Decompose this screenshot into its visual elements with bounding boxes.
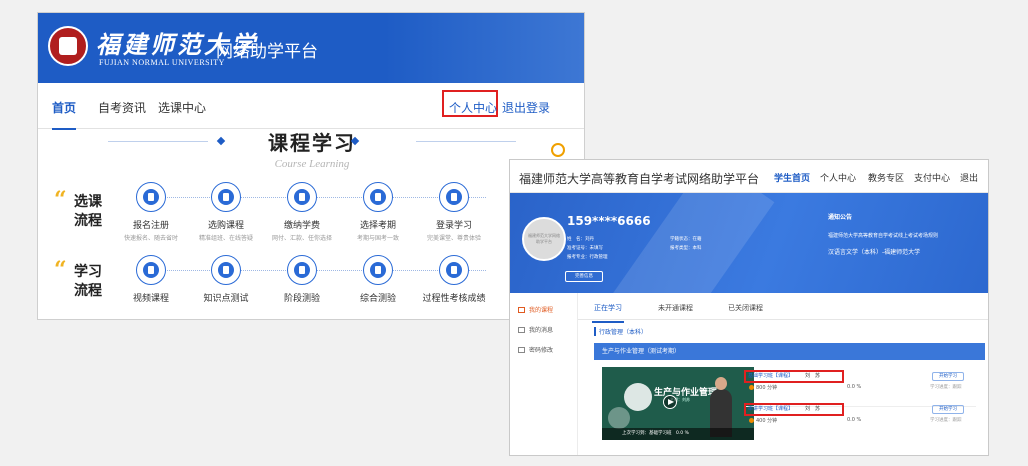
tab-studying[interactable]: 正在学习	[592, 303, 624, 323]
info-major: 报考专业：行政管理	[567, 255, 608, 260]
avatar: 福建师范大学网络助学平台	[522, 217, 566, 261]
user-phone: 159****6666	[567, 214, 651, 228]
notice-link-1[interactable]: 福建师范大学高等教育自学考试线上考试考场规则	[828, 232, 938, 239]
book-open-icon	[287, 255, 317, 285]
study-progress: 学习进度：跟踪	[930, 385, 962, 390]
book-icon	[211, 182, 241, 212]
sidebar-item-password[interactable]: 密码修改	[518, 345, 553, 354]
nav-news[interactable]: 自考资讯	[98, 99, 146, 116]
lock-icon	[518, 347, 525, 353]
dashboard-sidebar: 我的课程 我的消息 密码修改	[510, 293, 578, 455]
lesson-duration: 400 分钟	[749, 417, 777, 424]
step-process-score[interactable]: 过程性考核成绩	[408, 255, 500, 304]
step-login-study[interactable]: 登录学习 完美课堂、尊贵体验	[408, 182, 500, 242]
course-icon	[518, 307, 525, 313]
sidebar-item-messages[interactable]: 我的消息	[518, 325, 553, 334]
monitor-icon	[439, 182, 469, 212]
university-seal-icon	[48, 26, 88, 66]
nav-exit[interactable]: 退出	[960, 171, 978, 184]
major-label: 行政管理（本科）	[594, 327, 647, 336]
notice-link-2[interactable]: 汉语言文学（本科）-福建师范大学	[828, 247, 938, 256]
start-study-button[interactable]: 开始学习	[932, 405, 964, 414]
lesson-percent: 0.0 %	[847, 417, 862, 423]
wallet-icon	[287, 182, 317, 212]
lesson-link-review[interactable]: 串讲学习班【课程】刘 苏	[744, 403, 844, 416]
user-icon	[136, 182, 166, 212]
document-icon	[439, 255, 469, 285]
dashboard-topbar: 福建师范大学高等教育自学考试网络助学平台 学生首页 个人中心 教务专区 支付中心…	[510, 160, 988, 193]
nav-course-center[interactable]: 选课中心	[158, 99, 206, 116]
student-dashboard-screenshot: 福建师范大学高等教育自学考试网络助学平台 学生首页 个人中心 教务专区 支付中心…	[509, 159, 989, 456]
notice-panel: 通知公告 福建师范大学高等教育自学考试线上考试考场规则 汉语言文学（本科）-福建…	[828, 212, 938, 256]
calendar-icon	[363, 182, 393, 212]
start-study-button[interactable]: 开始学习	[932, 372, 964, 381]
course-tabs: 正在学习 未开通课程 已关闭课程	[578, 293, 988, 323]
info-level: 报考类型：本科	[670, 246, 702, 251]
nav-personal-center[interactable]: 个人中心	[449, 99, 497, 116]
info-status: 学籍状态：在籍	[670, 237, 702, 242]
homepage-screenshot: 福建师范大学 FUJIAN NORMAL UNIVERSITY 网络助学平台 首…	[37, 12, 585, 320]
platform-name: 网络助学平台	[216, 42, 318, 62]
profile-banner: 福建师范大学网络助学平台 159****6666 姓 名：刘丹 准考证号：未填写…	[510, 193, 988, 293]
book-icon	[211, 255, 241, 285]
study-progress: 学习进度：跟踪	[930, 418, 962, 423]
info-exam-no: 准考证号：未填写	[567, 246, 603, 251]
course-header: 生产与作业管理（测试考期）	[594, 343, 985, 360]
message-icon	[518, 327, 525, 333]
nav-student-home[interactable]: 学生首页	[774, 171, 810, 184]
lesson-duration: 800 分钟	[749, 384, 777, 391]
edit-profile-button[interactable]: 完善信息	[565, 271, 603, 282]
clock-icon	[749, 385, 754, 390]
course-thumbnail[interactable]: 生产与作业管理 主讲：刘苏 上次学习到：基础学习班 0.0 %	[602, 367, 754, 440]
flag-icon	[363, 255, 393, 285]
tab-not-opened[interactable]: 未开通课程	[658, 303, 693, 313]
lesson-link-basic[interactable]: 基础学习班【课程】刘 苏	[744, 370, 844, 383]
section-heading: 课程学习 Course Learning	[38, 127, 584, 170]
nav-academic[interactable]: 教务专区	[868, 171, 904, 184]
main-nav: 首页 自考资讯 选课中心 个人中心 退出登录	[38, 83, 584, 130]
site-header: 福建师范大学 FUJIAN NORMAL UNIVERSITY 网络助学平台	[38, 13, 584, 83]
dashboard-title: 福建师范大学高等教育自学考试网络助学平台	[519, 172, 760, 186]
logo-english: FUJIAN NORMAL UNIVERSITY	[99, 58, 225, 67]
nav-logout[interactable]: 退出登录	[502, 99, 550, 116]
last-study-text: 上次学习到：基础学习班 0.0 %	[602, 428, 754, 440]
tab-closed[interactable]: 已关闭课程	[728, 303, 763, 313]
section-subtitle: Course Learning	[274, 158, 350, 170]
nav-payment[interactable]: 支付中心	[914, 171, 950, 184]
lesson-percent: 0.0 %	[847, 384, 862, 390]
info-name: 姓 名：刘丹	[567, 237, 594, 242]
nav-home[interactable]: 首页	[52, 99, 77, 130]
sidebar-item-my-courses[interactable]: 我的课程	[518, 305, 553, 314]
play-icon[interactable]	[663, 395, 677, 409]
video-icon	[136, 255, 166, 285]
notice-title: 通知公告	[828, 214, 853, 221]
nav-personal-center[interactable]: 个人中心	[820, 171, 856, 184]
clock-icon	[749, 418, 754, 423]
